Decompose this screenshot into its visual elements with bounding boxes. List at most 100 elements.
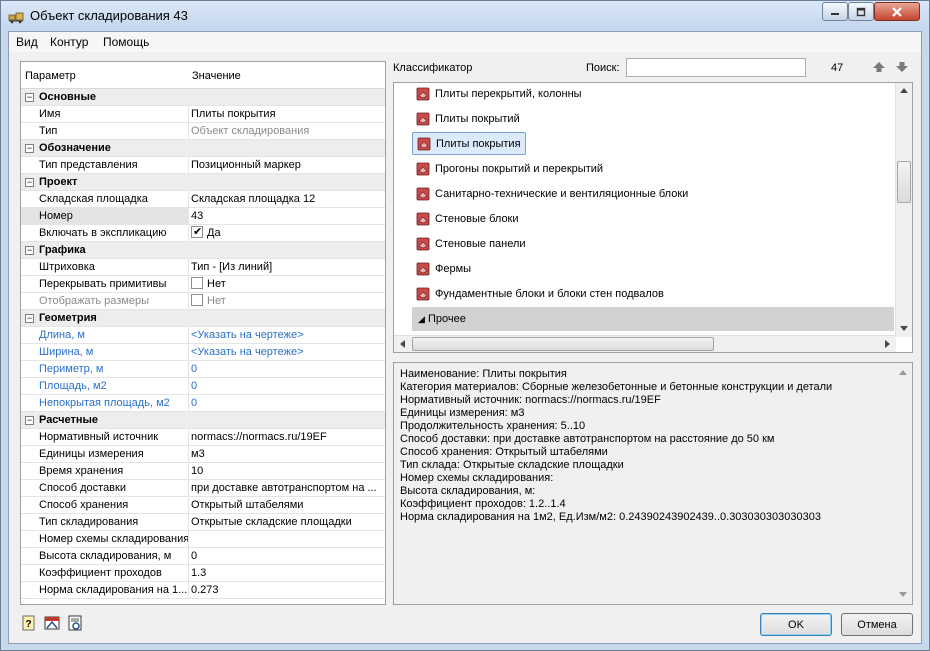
help-icon[interactable]: ?	[21, 615, 37, 631]
scroll-down-icon[interactable]	[900, 326, 908, 332]
maximize-button[interactable]	[848, 2, 874, 21]
tree-horizontal-scrollbar[interactable]	[394, 335, 896, 352]
property-row[interactable]: Время хранения 10	[21, 463, 385, 480]
property-row[interactable]: Норма складирования на 1... 0.273	[21, 582, 385, 599]
tree-vscroll-thumb[interactable]	[897, 161, 911, 203]
search-input[interactable]	[626, 58, 806, 77]
property-value[interactable]: 1.3	[189, 565, 385, 581]
info-vertical-scrollbar[interactable]	[895, 363, 912, 604]
property-value[interactable]: 0	[189, 378, 385, 394]
property-row[interactable]: Штриховка Тип - [Из линий]	[21, 259, 385, 276]
property-row[interactable]: Имя Плиты покрытия	[21, 106, 385, 123]
property-value[interactable]: Нет	[189, 276, 385, 292]
scroll-down-icon[interactable]	[899, 592, 907, 598]
property-category[interactable]: − Основные	[21, 89, 385, 106]
property-category[interactable]: − Геометрия	[21, 310, 385, 327]
tree-item[interactable]: Фундаментные блоки и блоки стен подвалов	[412, 282, 664, 305]
tree-group-other[interactable]: ◢ Прочее	[412, 307, 894, 331]
property-value[interactable]: Складская площадка 12	[189, 191, 385, 207]
property-row[interactable]: Перекрывать примитивы Нет	[21, 276, 385, 293]
tree-hscroll-thumb[interactable]	[412, 337, 714, 351]
scroll-right-icon[interactable]	[885, 340, 891, 348]
property-value[interactable]: м3	[189, 446, 385, 462]
property-value[interactable]: Позиционный маркер	[189, 157, 385, 173]
arrow-up-icon[interactable]	[872, 61, 886, 73]
checkbox-checked[interactable]	[191, 225, 203, 240]
property-name: Ширина, м	[21, 344, 189, 360]
property-category[interactable]: − Обозначение	[21, 140, 385, 157]
property-value[interactable]: <Указать на чертеже>	[189, 344, 385, 360]
column-header-value[interactable]: Значение	[192, 70, 241, 82]
property-row[interactable]: Периметр, м0	[21, 361, 385, 378]
property-value[interactable]: 0	[189, 361, 385, 377]
expand-arrow-icon[interactable]: ◢	[418, 314, 425, 324]
property-value[interactable]	[189, 531, 385, 547]
menu-help[interactable]: Помощь	[103, 35, 149, 49]
settings-doc-icon[interactable]	[67, 615, 83, 631]
scroll-up-icon[interactable]	[900, 87, 908, 93]
property-row[interactable]: Высота складирования, м0	[21, 548, 385, 565]
tree-group-label: Прочее	[427, 313, 466, 325]
property-row[interactable]: Ширина, м <Указать на чертеже>	[21, 344, 385, 361]
tree-vertical-scrollbar[interactable]	[895, 83, 912, 337]
category-label: Расчетные	[39, 414, 99, 426]
tree-item[interactable]: Прогоны покрытий и перекрытий	[412, 157, 603, 180]
property-row[interactable]: Тип представления Позиционный маркер	[21, 157, 385, 174]
ok-button[interactable]: OK	[760, 613, 832, 636]
normative-doc-icon[interactable]	[44, 615, 60, 631]
property-row[interactable]: Номер 43	[21, 208, 385, 225]
tree-item[interactable]: Плиты покрытия	[412, 132, 526, 155]
property-category[interactable]: − Расчетные	[21, 412, 385, 429]
property-value[interactable]: 0.273	[189, 582, 385, 598]
property-row[interactable]: Коэффициент проходов 1.3	[21, 565, 385, 582]
scroll-left-icon[interactable]	[399, 340, 405, 348]
property-value[interactable]: 0	[189, 395, 385, 411]
property-category[interactable]: − Проект	[21, 174, 385, 191]
property-value[interactable]: Открытые складские площадки	[189, 514, 385, 530]
property-value[interactable]: Тип - [Из линий]	[189, 259, 385, 275]
property-value[interactable]: 0	[189, 548, 385, 564]
arrow-down-icon[interactable]	[895, 61, 909, 73]
property-row[interactable]: Тип Объект складирования	[21, 123, 385, 140]
property-value[interactable]: Плиты покрытия	[189, 106, 385, 122]
tree-item[interactable]: Плиты покрытий	[412, 107, 520, 130]
property-row[interactable]: Способ доставки при доставке автотранспор…	[21, 480, 385, 497]
property-row[interactable]: Способ хранения Открытый штабелями	[21, 497, 385, 514]
property-row[interactable]: Отображать размеры Нет	[21, 293, 385, 310]
property-row[interactable]: Площадь, м2 0	[21, 378, 385, 395]
property-row[interactable]: Номер схемы складирования	[21, 531, 385, 548]
property-row[interactable]: Нормативный источник normacs://normacs.ru…	[21, 429, 385, 446]
property-value[interactable]: Открытый штабелями	[189, 497, 385, 513]
scroll-up-icon[interactable]	[899, 369, 907, 375]
property-value[interactable]: 43	[189, 208, 385, 224]
cancel-button[interactable]: Отмена	[841, 613, 913, 636]
property-value[interactable]: 10	[189, 463, 385, 479]
menu-contour[interactable]: Контур	[50, 35, 88, 49]
property-value[interactable]: Нет	[189, 293, 385, 309]
title-bar[interactable]: Объект складирования 43	[1, 1, 929, 31]
property-name: Единицы измерения	[21, 446, 189, 462]
minimize-button[interactable]	[822, 2, 848, 21]
property-value[interactable]: <Указать на чертеже>	[189, 327, 385, 343]
tree-item[interactable]: Фермы	[412, 257, 471, 280]
property-row[interactable]: Складская площадка Складская площадка 12	[21, 191, 385, 208]
close-button[interactable]	[874, 2, 920, 21]
checkbox-unchecked[interactable]	[191, 294, 203, 306]
property-row[interactable]: Длина, м <Указать на чертеже>	[21, 327, 385, 344]
property-value[interactable]: normacs://normacs.ru/19EF	[189, 429, 385, 445]
menu-view[interactable]: Вид	[16, 35, 38, 49]
property-value[interactable]: Объект складирования	[189, 123, 385, 139]
property-row[interactable]: Единицы измерения м3	[21, 446, 385, 463]
checkbox-unchecked[interactable]	[191, 277, 203, 289]
column-header-param[interactable]: Параметр	[25, 70, 76, 82]
property-row[interactable]: Непокрытая площадь, м2 0	[21, 395, 385, 412]
property-value[interactable]: Да	[189, 225, 385, 241]
tree-item[interactable]: Санитарно-технические и вентиляционные б…	[412, 182, 688, 205]
property-row[interactable]: Тип складирования Открытые складские площ…	[21, 514, 385, 531]
tree-item[interactable]: Стеновые панели	[412, 232, 526, 255]
tree-item[interactable]: Стеновые блоки	[412, 207, 519, 230]
property-category[interactable]: − Графика	[21, 242, 385, 259]
tree-item[interactable]: Плиты перекрытий, колонны	[412, 83, 582, 105]
property-value[interactable]: при доставке автотранспортом на ...	[189, 480, 385, 496]
property-row[interactable]: Включать в экспликацию Да	[21, 225, 385, 242]
